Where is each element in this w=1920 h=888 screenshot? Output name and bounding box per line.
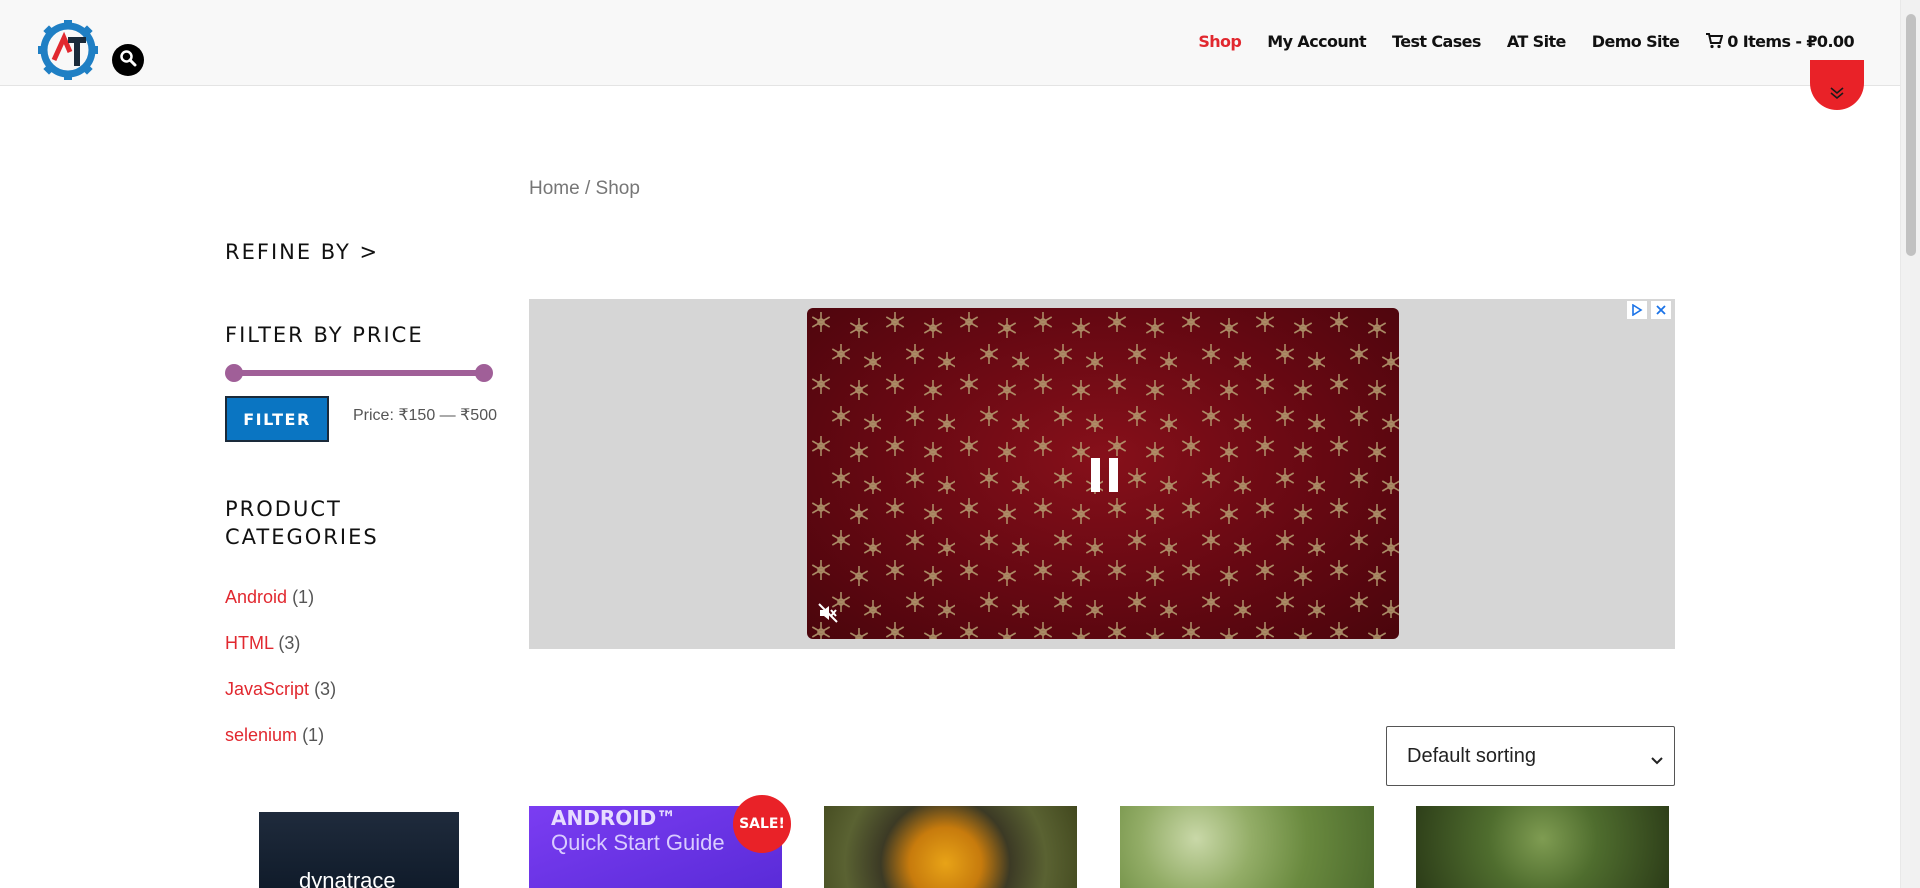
price-slider-track[interactable] xyxy=(233,370,483,376)
ad-choices-icon xyxy=(1631,301,1643,320)
category-count: (3) xyxy=(278,633,301,653)
product-image-water-drops[interactable] xyxy=(1120,806,1374,888)
product-image-text: dynatrace xyxy=(299,868,396,888)
double-chevron-down-icon xyxy=(1829,85,1845,104)
product-categories-title-line1: PRODUCT xyxy=(225,497,342,521)
nav-shop[interactable]: Shop xyxy=(1198,32,1242,53)
breadcrumb[interactable]: Home / Shop xyxy=(529,178,640,200)
chevron-down-icon xyxy=(1650,749,1664,772)
close-icon xyxy=(1655,301,1667,320)
category-item: Android (1) xyxy=(225,587,314,608)
nav-test-cases[interactable]: Test Cases xyxy=(1392,32,1481,53)
refine-by-title: REFINE BY > xyxy=(225,240,380,264)
search-icon xyxy=(119,49,137,71)
product-image-text: Quick Start Guide xyxy=(551,830,725,855)
nav-cart[interactable]: 0 Items - ₽0.00 xyxy=(1705,32,1855,53)
search-button[interactable] xyxy=(112,44,144,76)
cart-label: 0 Items - ₽0.00 xyxy=(1727,32,1854,51)
product-image-sunflower[interactable] xyxy=(824,806,1077,888)
site-header: Shop My Account Test Cases AT Site Demo … xyxy=(0,0,1900,86)
scrollbar-thumb[interactable] xyxy=(1906,14,1916,256)
filter-button[interactable]: FILTER xyxy=(225,396,329,442)
category-item: selenium (1) xyxy=(225,725,324,746)
cart-icon xyxy=(1705,33,1724,53)
sort-selected-value: Default sorting xyxy=(1407,744,1536,767)
page-scrollbar[interactable] xyxy=(1900,0,1920,888)
nav-my-account[interactable]: My Account xyxy=(1267,32,1366,53)
pause-icon[interactable] xyxy=(1089,456,1121,498)
category-count: (1) xyxy=(292,587,315,607)
ad-close-button[interactable] xyxy=(1651,301,1671,319)
filter-by-price-title: FILTER BY PRICE xyxy=(225,323,424,347)
category-count: (3) xyxy=(314,679,337,699)
mute-icon[interactable] xyxy=(817,602,839,628)
nav-at-site[interactable]: AT Site xyxy=(1507,32,1567,53)
scroll-down-button[interactable] xyxy=(1810,60,1864,110)
category-link-selenium[interactable]: selenium xyxy=(225,725,297,745)
product-image-leaves[interactable] xyxy=(1416,806,1669,888)
product-image-dynatrace[interactable]: dynatrace xyxy=(259,812,459,888)
sort-select[interactable]: Default sorting xyxy=(1386,726,1675,786)
price-slider-min-handle[interactable] xyxy=(225,364,243,382)
ad-choices-button[interactable] xyxy=(1627,301,1647,319)
category-item: HTML (3) xyxy=(225,633,300,654)
sale-badge: SALE! xyxy=(733,795,791,853)
ad-video[interactable] xyxy=(807,308,1399,639)
category-link-javascript[interactable]: JavaScript xyxy=(225,679,309,699)
category-item: JavaScript (3) xyxy=(225,679,336,700)
nav-demo-site[interactable]: Demo Site xyxy=(1592,32,1680,53)
product-categories-title-line2: CATEGORIES xyxy=(225,525,379,549)
price-range-label: Price: ₹150 — ₹500 xyxy=(353,407,497,424)
site-logo[interactable] xyxy=(36,18,100,82)
main-nav: Shop My Account Test Cases AT Site Demo … xyxy=(1198,32,1854,53)
category-link-html[interactable]: HTML xyxy=(225,633,273,653)
price-slider-max-handle[interactable] xyxy=(475,364,493,382)
product-image-text: ANDROID™ xyxy=(551,806,677,830)
category-count: (1) xyxy=(302,725,325,745)
advertisement[interactable] xyxy=(529,299,1675,649)
category-link-android[interactable]: Android xyxy=(225,587,287,607)
ad-controls xyxy=(1627,301,1671,319)
